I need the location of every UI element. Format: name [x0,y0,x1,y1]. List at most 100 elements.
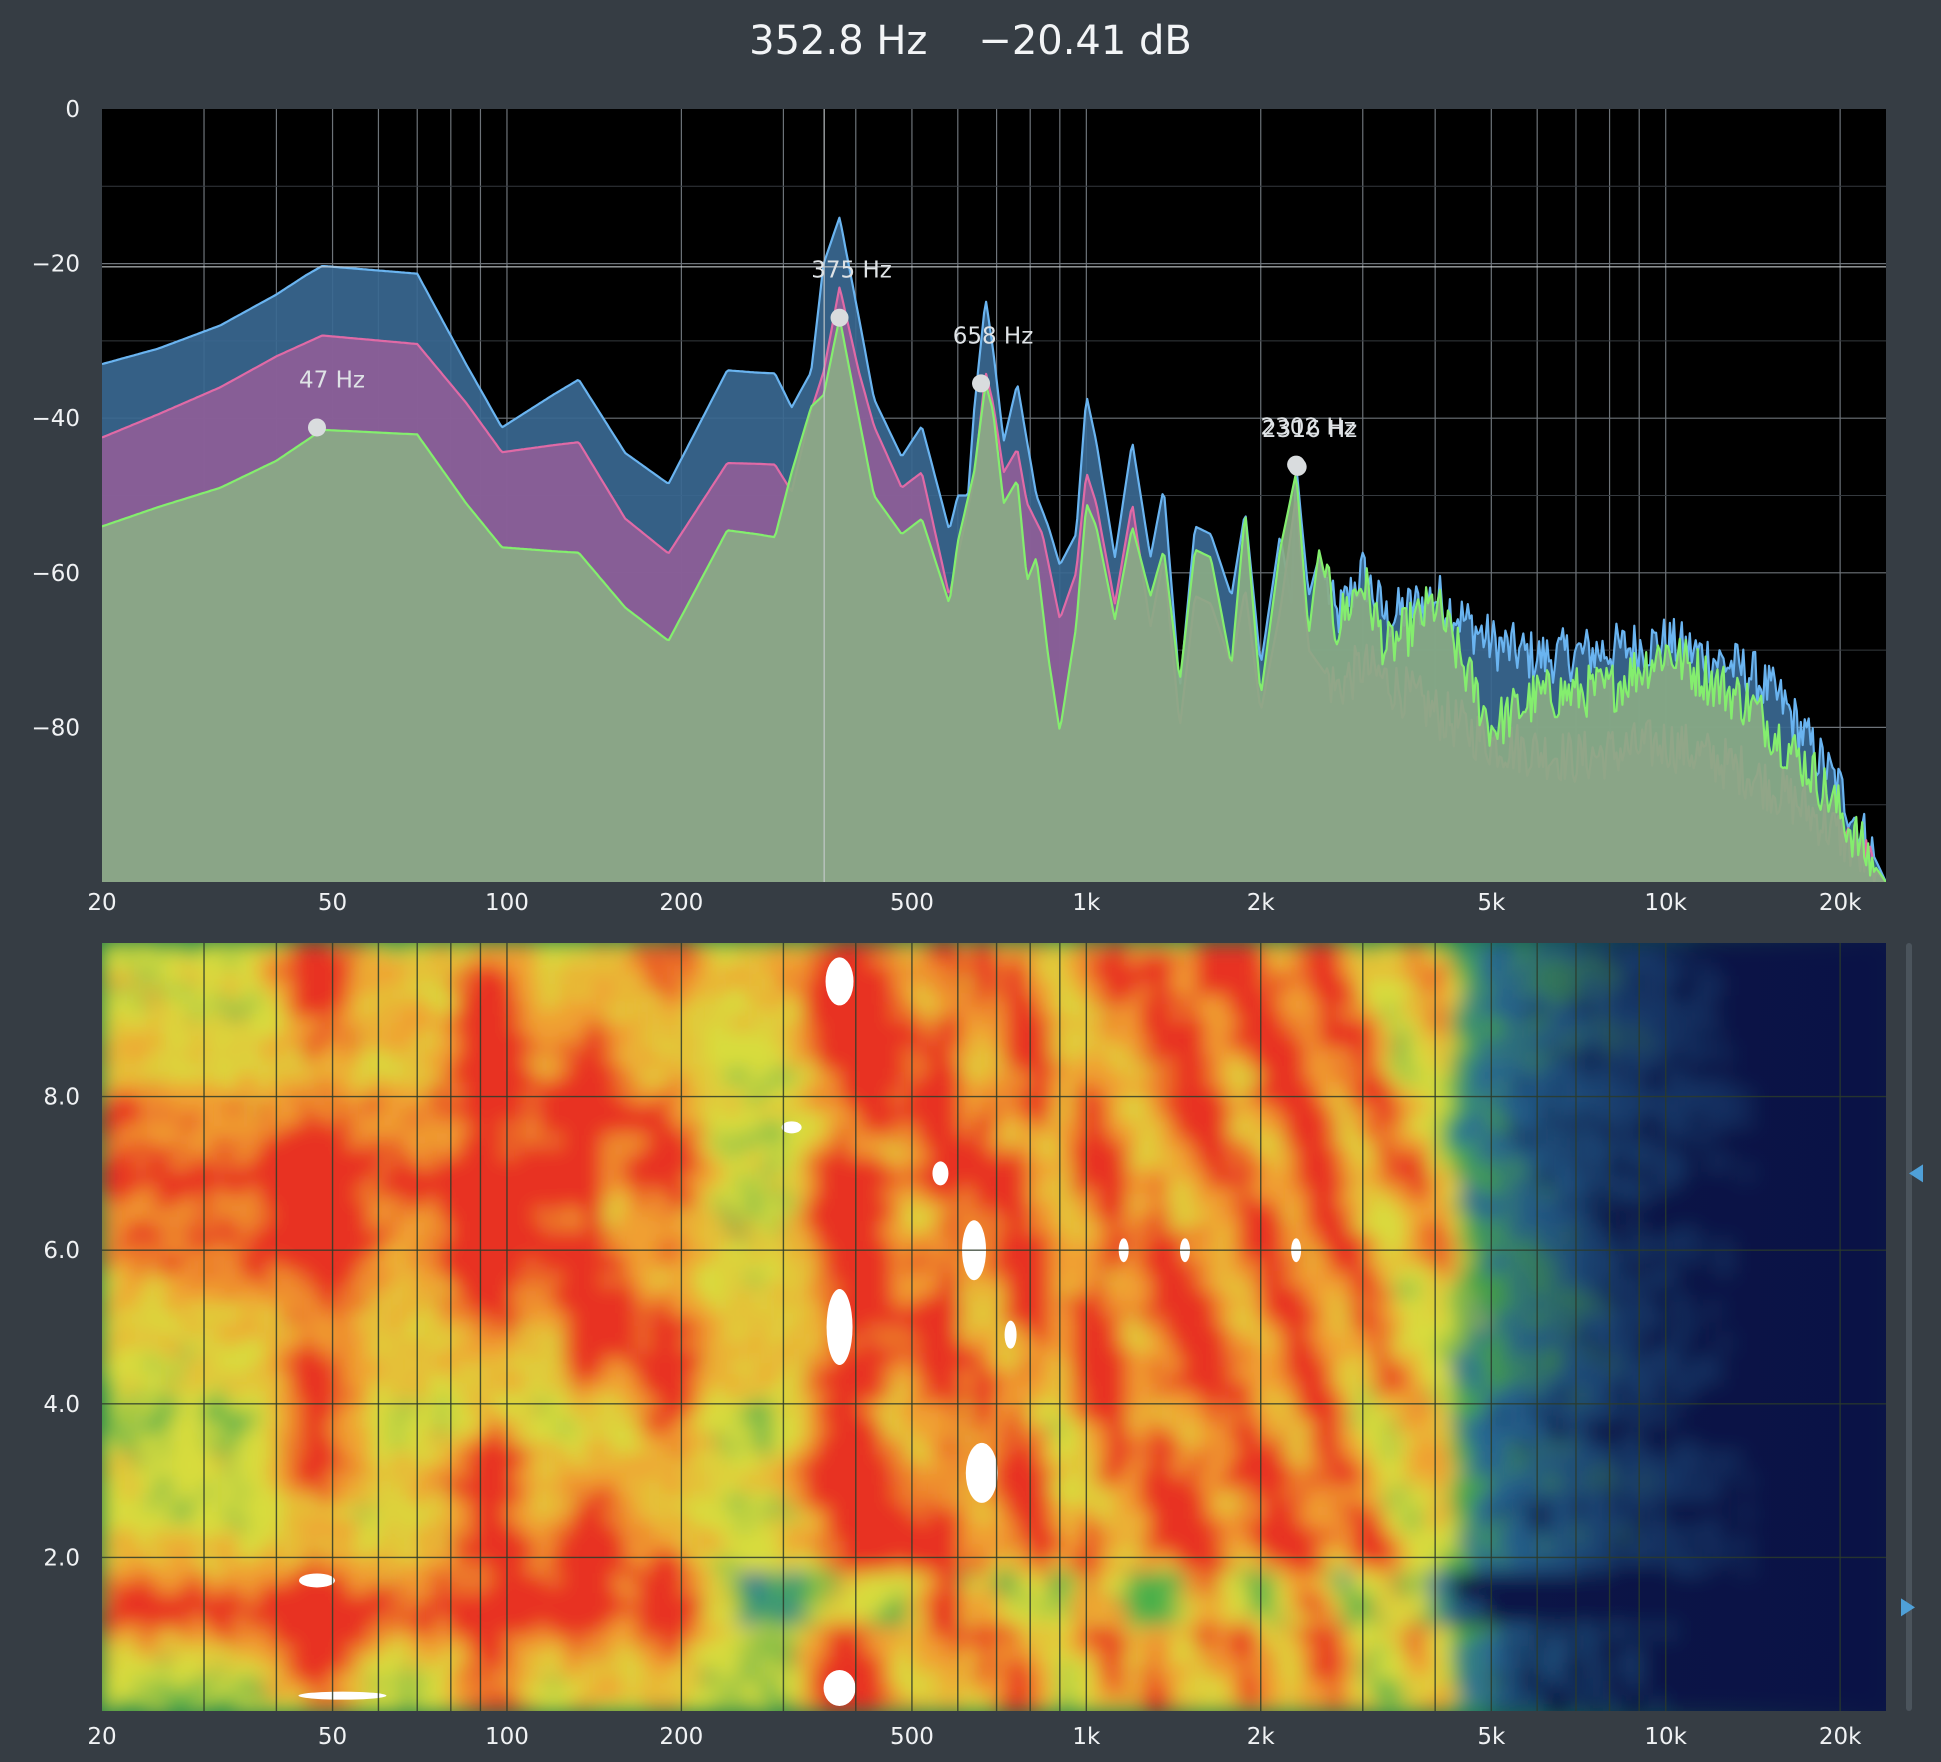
heatmap-cell [626,1231,639,1243]
heatmap-cell [726,1103,739,1115]
heatmap-cell [224,1604,237,1616]
heatmap-cell [168,1124,181,1136]
heatmap-cell [715,1199,728,1211]
heatmap-cell [492,1039,505,1051]
heatmap-cell [681,1092,694,1104]
heatmap-cell [804,1657,817,1670]
heatmap-cell [146,964,159,976]
heatmap-cell [737,1092,750,1104]
heatmap-cell [771,1071,783,1083]
heatmap-cell [113,1391,126,1403]
heatmap-cell [358,1199,371,1211]
heatmap-cell [102,996,114,1008]
heatmap-cell [135,1017,148,1030]
heatmap-cell [771,1689,783,1702]
heatmap-cell [380,1593,393,1606]
heatmap-cell [191,1391,204,1403]
heatmap-cell [235,996,248,1008]
heatmap-cell [659,1465,672,1478]
heatmap-cell [737,1476,750,1488]
heatmap-cell [503,964,516,976]
heatmap-cell [492,1657,505,1670]
heatmap-cell [536,1529,549,1542]
heatmap-cell [425,1273,438,1286]
heatmap-cell [403,1092,416,1104]
heatmap-cell [391,1188,404,1200]
heatmap-cell [726,1177,739,1190]
heatmap-cell [626,1049,639,1062]
heatmap-cell [258,1657,271,1670]
heatmap-cell [425,1497,438,1510]
heatmap-cell [503,1284,516,1296]
heatmap-cell [258,1593,271,1606]
heatmap-cell [180,1572,193,1584]
heatmap-cell [536,1113,549,1126]
heatmap-cell [358,1060,371,1072]
heatmap-cell [492,1380,505,1392]
heatmap-cell [247,1327,259,1339]
heatmap-cell [258,1604,271,1616]
heatmap-cell [548,1177,560,1190]
heatmap-cell [135,1476,148,1488]
heatmap-cell [124,1039,137,1051]
heatmap-cell [603,1380,616,1392]
heatmap-cell [146,1039,159,1051]
heatmap-cell [213,1508,226,1520]
heatmap-cell [347,1263,360,1275]
heatmap-cell [837,1188,850,1200]
heatmap-cell [436,1028,449,1040]
heatmap-cell [614,1071,627,1083]
heatmap-cell [336,1615,349,1627]
heatmap-cell [559,1305,572,1318]
heatmap-cell [726,1081,739,1094]
heatmap-cell [559,1124,572,1136]
heatmap-cell [570,1124,583,1136]
heatmap-cell [837,1487,850,1499]
heatmap-cell [771,1049,783,1062]
heatmap-cell [693,1327,705,1339]
heatmap-cell [693,1465,705,1478]
heatmap-cell [235,1156,248,1168]
heatmap-cell [525,1081,538,1094]
heatmap-cell [525,1209,538,1222]
heatmap-cell [514,1081,527,1094]
heatmap-cell [581,1167,594,1179]
heatmap-cell [135,1081,148,1094]
heatmap-cell [693,1135,705,1147]
heatmap-cell [481,1604,494,1616]
heatmap-cell [102,1700,114,1711]
heatmap-cell [648,1284,661,1296]
heatmap-cell [793,1337,806,1350]
heatmap-cell [626,1273,639,1286]
spectrogram-panel[interactable]: 2.04.06.08.0 20 50 100 200 500 1k 2k 5k 10k 20k [43,943,1923,1750]
heatmap-cell [704,1209,717,1222]
heatmap-cell [704,1252,717,1264]
heatmap-cell [481,1124,494,1136]
heatmap-cell [235,1561,248,1574]
heatmap-cell [548,1657,560,1670]
heatmap-cell [280,1508,293,1520]
heatmap-cell [592,1529,605,1542]
heatmap-cell [737,1508,750,1520]
heatmap-cell [157,1561,170,1574]
heatmap-cell [548,1561,560,1574]
heatmap-cell [291,1519,304,1531]
heatmap-cell [436,1625,449,1638]
heatmap-cell [771,1700,783,1711]
heatmap-cell [247,1252,259,1264]
heatmap-cell [559,1263,572,1275]
heatmap-cell [425,1369,438,1382]
heatmap-cell [436,1572,449,1584]
heatmap-cell [447,1679,460,1691]
heatmap-cell [514,1156,527,1168]
spectrum-panel[interactable]: 47 Hz375 Hz658 Hz2302 Hz2316 Hz 0−20−40−… [31,97,1886,916]
heatmap-cell [436,1039,449,1051]
heatmap-cell [681,1124,694,1136]
heatmap-cell [124,1327,137,1339]
heatmap-cell [124,1487,137,1499]
heatmap-cell [481,1476,494,1488]
peak-label: 658 Hz [953,323,1034,349]
heatmap-cell [704,1359,717,1371]
heatmap-cell [514,1124,527,1136]
heatmap-cell [436,975,449,987]
